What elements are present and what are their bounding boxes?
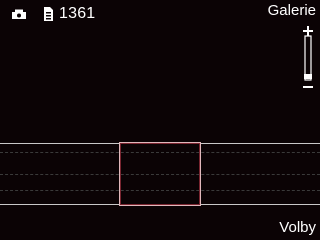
camera-viewfinder: 1361 Galerie Volby (0, 0, 320, 240)
memory-card-icon (44, 7, 53, 21)
camera-mode-icon (12, 9, 26, 19)
options-softkey[interactable]: Volby (279, 218, 316, 238)
shots-remaining-count: 1361 (59, 5, 96, 22)
status-row: 1361 (11, 4, 95, 24)
selected-scene-frame[interactable] (119, 142, 201, 206)
gallery-softkey[interactable]: Galerie (268, 1, 316, 21)
zoom-slider-icon[interactable] (301, 25, 315, 91)
